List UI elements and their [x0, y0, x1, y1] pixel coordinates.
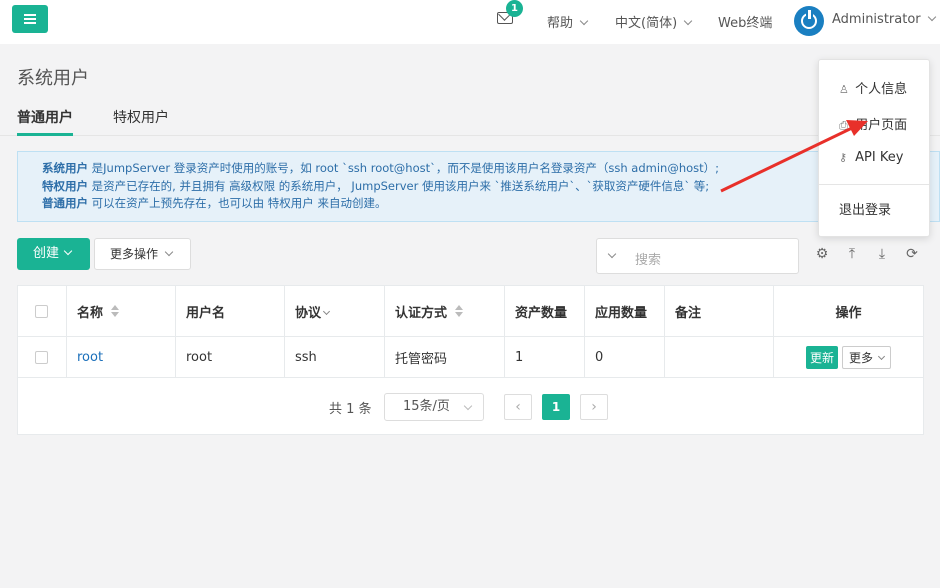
menu-divider: [819, 184, 929, 185]
upload-icon[interactable]: ⤒: [845, 247, 859, 261]
top-navbar: 1 帮助 中文(简体) Web终端 Administrator: [0, 0, 940, 44]
tabs-bar: 普通用户 特权用户: [0, 100, 940, 136]
header-auth[interactable]: 认证方式: [385, 286, 505, 336]
chevron-down-icon: [463, 401, 473, 411]
page-size-select[interactable]: 15条/页: [384, 393, 484, 421]
create-label: 创建: [33, 246, 60, 261]
chevron-down-icon: [322, 307, 331, 315]
refresh-icon[interactable]: ⟳: [905, 247, 919, 261]
info-line: 普通用户 可以在资产上预先存在，也可以由 特权用户 来自动创建。: [42, 196, 387, 210]
header-actions: 操作: [835, 305, 862, 321]
header-protocol[interactable]: 协议: [285, 286, 385, 336]
chevron-down-icon: [877, 352, 886, 360]
key-icon: ⚷: [839, 151, 848, 164]
cell-assets: 1: [505, 337, 585, 377]
table-header-row: 名称 用户名 协议 认证方式 资产数量 应用数量 备注 操作: [18, 286, 923, 337]
select-all-checkbox[interactable]: [35, 304, 48, 318]
header-apps: 应用数量: [585, 286, 665, 336]
active-tab-indicator: [17, 133, 73, 136]
table-row: root root ssh 托管密码 1 0 更新 更多: [18, 337, 923, 378]
cell-comment: [665, 337, 774, 377]
search-input[interactable]: 搜索: [596, 238, 799, 274]
download-icon[interactable]: ⤓: [875, 247, 889, 261]
language-menu[interactable]: 中文(简体): [615, 12, 693, 31]
chevron-down-icon: [579, 16, 589, 26]
chevron-down-icon[interactable]: [607, 249, 617, 259]
cell-username: root: [176, 337, 285, 377]
chevron-down-icon: [63, 246, 73, 256]
create-button[interactable]: 创建: [17, 238, 90, 270]
info-line: 系统用户 是JumpServer 登录资产时使用的账号，如 root `ssh …: [42, 161, 720, 175]
user-name: Administrator: [832, 12, 921, 27]
prev-page-button[interactable]: ‹: [504, 394, 532, 420]
menu-toggle-button[interactable]: [12, 5, 48, 33]
header-comment: 备注: [665, 286, 774, 336]
cell-actions: 更新 更多: [774, 337, 923, 377]
user-dropdown-menu: ♙ 个人信息 ⎙ 用户页面 ⚷ API Key 退出登录: [818, 59, 930, 237]
chevron-down-icon: [927, 12, 936, 22]
info-callout: 系统用户 是JumpServer 登录资产时使用的账号，如 root `ssh …: [17, 151, 940, 222]
menu-item-logout[interactable]: 退出登录: [839, 199, 891, 218]
row-checkbox-cell: [18, 337, 67, 377]
sort-icon: [111, 305, 120, 317]
more-actions-button[interactable]: 更多操作: [94, 238, 191, 270]
update-button[interactable]: 更新: [805, 345, 838, 369]
next-page-button[interactable]: ›: [580, 394, 608, 420]
language-label: 中文(简体): [615, 16, 678, 31]
hamburger-icon: [24, 14, 36, 24]
menu-item-user-page[interactable]: ⎙ 用户页面: [839, 114, 907, 133]
mail-count-badge: 1: [506, 0, 523, 17]
total-count: 共 1 条: [329, 402, 372, 417]
chevron-down-icon: [683, 16, 693, 26]
help-menu[interactable]: 帮助: [547, 12, 589, 31]
tab-normal-users[interactable]: 普通用户: [17, 107, 73, 127]
header-assets: 资产数量: [505, 286, 585, 336]
cell-apps: 0: [585, 337, 665, 377]
row-checkbox[interactable]: [35, 350, 48, 364]
cell-protocol: ssh: [285, 337, 385, 377]
info-line: 特权用户 是资产已存在的, 并且拥有 高级权限 的系统用户， JumpServe…: [42, 178, 710, 193]
page-button[interactable]: 1: [542, 394, 570, 420]
cell-auth: 托管密码: [385, 337, 505, 377]
sort-icon: [455, 305, 464, 317]
chevron-down-icon: [164, 247, 174, 257]
menu-item-profile[interactable]: ♙ 个人信息: [839, 78, 907, 97]
more-actions-label: 更多操作: [110, 247, 159, 261]
help-label: 帮助: [547, 16, 574, 31]
header-checkbox-cell: [18, 286, 67, 336]
search-placeholder: 搜索: [635, 253, 662, 268]
page-title: 系统用户: [17, 68, 89, 89]
cell-name-link[interactable]: root: [67, 337, 176, 377]
menu-item-api-key[interactable]: ⚷ API Key: [839, 150, 903, 165]
user-icon: ♙: [839, 83, 849, 96]
gear-icon[interactable]: ⚙: [815, 247, 829, 261]
header-name[interactable]: 名称: [67, 286, 176, 336]
header-username: 用户名: [176, 286, 285, 336]
power-icon: [801, 10, 817, 29]
avatar[interactable]: [794, 6, 824, 36]
web-terminal-link[interactable]: Web终端: [718, 12, 772, 31]
more-dropdown-button[interactable]: 更多: [842, 345, 892, 369]
tab-privileged-users[interactable]: 特权用户: [113, 107, 169, 127]
user-menu[interactable]: Administrator: [832, 12, 936, 27]
user-page-icon: ⎙: [839, 119, 848, 132]
